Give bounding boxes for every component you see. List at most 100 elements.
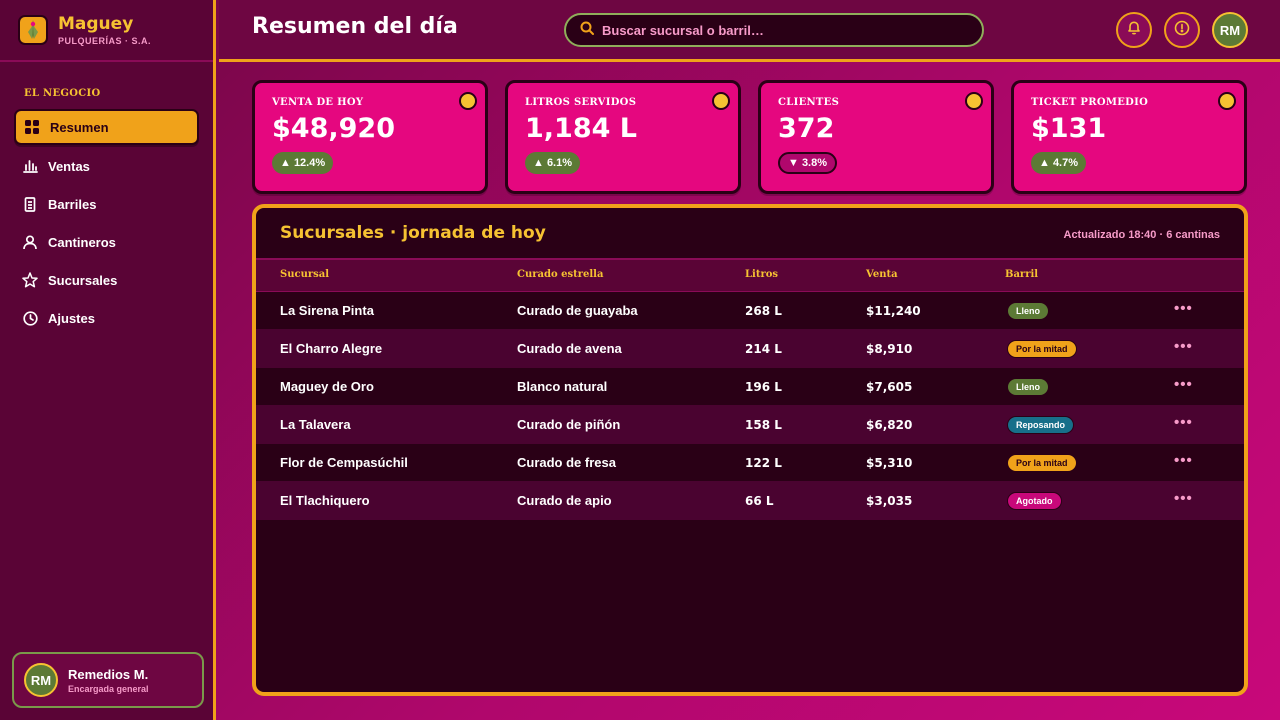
kpi-value: 372 xyxy=(778,113,835,144)
sidebar-item-label: Ajustes xyxy=(48,310,95,326)
table-header: Sucursal Curado estrella Litros Venta Ba… xyxy=(256,260,1244,292)
table-row[interactable]: El Tlachiquero Curado de apio 66 L $3,035 Ag… xyxy=(256,482,1244,520)
more-options-icon[interactable]: ••• xyxy=(1174,414,1193,431)
liters-cell: 214 L xyxy=(745,342,782,356)
curado-cell: Curado de piñón xyxy=(517,417,621,432)
search-bar[interactable] xyxy=(564,13,984,47)
curado-cell: Curado de avena xyxy=(517,341,622,356)
maguey-logo-icon xyxy=(18,15,48,45)
branch-name-cell: La Talavera xyxy=(280,417,351,432)
kpi-card-ticket[interactable]: TICKET PROMEDIO $131 ▲ 4.7% xyxy=(1011,80,1247,194)
branch-name-cell: Flor de Cempasúchil xyxy=(280,455,408,470)
avatar: RM xyxy=(24,663,58,697)
star-icon xyxy=(22,272,38,288)
sidebar-nav: Resumen Ventas Barriles Cantineros Sucur… xyxy=(0,109,213,337)
branch-name-cell: La Sirena Pinta xyxy=(280,303,374,318)
sales-cell: $6,820 xyxy=(866,418,913,432)
kpi-value: $131 xyxy=(1031,113,1107,144)
sidebar-item-label: Ventas xyxy=(48,158,90,174)
user-icon xyxy=(22,234,38,250)
curado-cell: Curado de apio xyxy=(517,493,612,508)
bell-icon xyxy=(1127,20,1141,40)
sidebar-item-sucursales[interactable]: Sucursales xyxy=(14,261,199,299)
column-header[interactable]: Sucursal xyxy=(280,269,329,280)
curado-cell: Curado de guayaba xyxy=(517,303,638,318)
sidebar-item-resumen[interactable]: Resumen xyxy=(14,109,199,145)
curado-cell: Curado de fresa xyxy=(517,455,616,470)
kpi-card-litros[interactable]: LITROS SERVIDOS 1,184 L ▲ 6.1% xyxy=(505,80,741,194)
status-badge: Agotado xyxy=(1007,492,1062,510)
liters-cell: 196 L xyxy=(745,380,782,394)
kpi-label: LITROS SERVIDOS xyxy=(525,97,637,108)
table-row[interactable]: Flor de Cempasúchil Curado de fresa 122 L $… xyxy=(256,444,1244,482)
table-row[interactable]: La Sirena Pinta Curado de guayaba 268 L $11… xyxy=(256,292,1244,330)
status-badge: Lleno xyxy=(1007,302,1049,320)
top-header: Resumen del día RM xyxy=(219,0,1280,62)
search-input[interactable] xyxy=(602,22,962,38)
search-icon xyxy=(580,21,594,40)
sidebar-item-ajustes[interactable]: Ajustes xyxy=(14,299,199,337)
user-card[interactable]: RM Remedios M. Encargada general xyxy=(12,652,204,708)
status-badge: Por la mitad xyxy=(1007,340,1077,358)
sales-cell: $11,240 xyxy=(866,304,921,318)
kpi-delta: ▲ 4.7% xyxy=(1031,152,1087,174)
branch-name-cell: El Charro Alegre xyxy=(280,341,383,356)
status-dot xyxy=(1218,92,1236,110)
kpi-delta: ▲ 6.1% xyxy=(525,152,581,174)
table-body: La Sirena Pinta Curado de guayaba 268 L $11… xyxy=(256,292,1244,520)
sidebar-item-label: Barriles xyxy=(48,196,97,212)
brand-name: Maguey xyxy=(58,13,134,34)
table-row[interactable]: La Talavera Curado de piñón 158 L $6,820 Rep… xyxy=(256,406,1244,444)
liters-cell: 66 L xyxy=(745,494,774,508)
panel-title: Sucursales · jornada de hoy xyxy=(280,223,546,243)
alert-icon xyxy=(1174,20,1190,41)
sales-cell: $7,605 xyxy=(866,380,913,394)
branches-panel: Sucursales · jornada de hoy Actualizado … xyxy=(252,204,1248,696)
sidebar-item-label: Sucursales xyxy=(48,272,118,288)
column-header[interactable]: Barril xyxy=(1005,269,1038,280)
sales-cell: $5,310 xyxy=(866,456,913,470)
more-options-icon[interactable]: ••• xyxy=(1174,338,1193,355)
column-header[interactable]: Curado estrella xyxy=(517,269,603,280)
kpi-value: 1,184 L xyxy=(525,113,638,144)
alerts-button[interactable] xyxy=(1164,12,1200,48)
status-dot xyxy=(965,92,983,110)
kpi-label: CLIENTES xyxy=(778,97,840,108)
more-options-icon[interactable]: ••• xyxy=(1174,490,1193,507)
more-options-icon[interactable]: ••• xyxy=(1174,452,1193,469)
header-avatar[interactable]: RM xyxy=(1212,12,1248,48)
sales-cell: $8,910 xyxy=(866,342,913,356)
user-name: Remedios M. xyxy=(68,666,149,682)
liters-cell: 122 L xyxy=(745,456,782,470)
kpi-label: TICKET PROMEDIO xyxy=(1031,97,1149,108)
more-options-icon[interactable]: ••• xyxy=(1174,300,1193,317)
branch-name-cell: Maguey de Oro xyxy=(280,379,374,394)
status-badge: Lleno xyxy=(1007,378,1049,396)
column-header[interactable]: Litros xyxy=(745,269,778,280)
grid-icon xyxy=(24,119,40,135)
sidebar-item-label: Resumen xyxy=(50,119,109,135)
table-row[interactable]: Maguey de Oro Blanco natural 196 L $7,605 Ll… xyxy=(256,368,1244,406)
kpi-card-venta[interactable]: VENTA DE HOY $48,920 ▲ 12.4% xyxy=(252,80,488,194)
kpi-card-clientes[interactable]: CLIENTES 372 ▼ 3.8% xyxy=(758,80,994,194)
notifications-button[interactable] xyxy=(1116,12,1152,48)
status-badge: Reposando xyxy=(1007,416,1075,434)
kpi-value: $48,920 xyxy=(272,113,395,144)
brand[interactable]: Maguey PULQUERÍAS · S.A. xyxy=(0,0,213,62)
sidebar-item-barriles[interactable]: Barriles xyxy=(14,185,199,223)
sidebar-item-ventas[interactable]: Ventas xyxy=(14,147,199,185)
more-options-icon[interactable]: ••• xyxy=(1174,376,1193,393)
sidebar-item-label: Cantineros xyxy=(48,234,116,250)
sales-cell: $3,035 xyxy=(866,494,913,508)
sidebar: Maguey PULQUERÍAS · S.A. EL NEGOCIO Resu… xyxy=(0,0,216,720)
sidebar-item-cantineros[interactable]: Cantineros xyxy=(14,223,199,261)
bar-chart-icon xyxy=(22,158,38,174)
page-title: Resumen del día xyxy=(252,14,458,39)
panel-meta: Actualizado 18:40 · 6 cantinas xyxy=(1063,229,1221,241)
table-row[interactable]: El Charro Alegre Curado de avena 214 L $8,9… xyxy=(256,330,1244,368)
status-badge: Por la mitad xyxy=(1007,454,1077,472)
column-header[interactable]: Venta xyxy=(866,269,898,280)
kpi-label: VENTA DE HOY xyxy=(272,97,364,108)
barrel-icon xyxy=(22,196,38,212)
brand-subtitle: PULQUERÍAS · S.A. xyxy=(58,35,152,46)
